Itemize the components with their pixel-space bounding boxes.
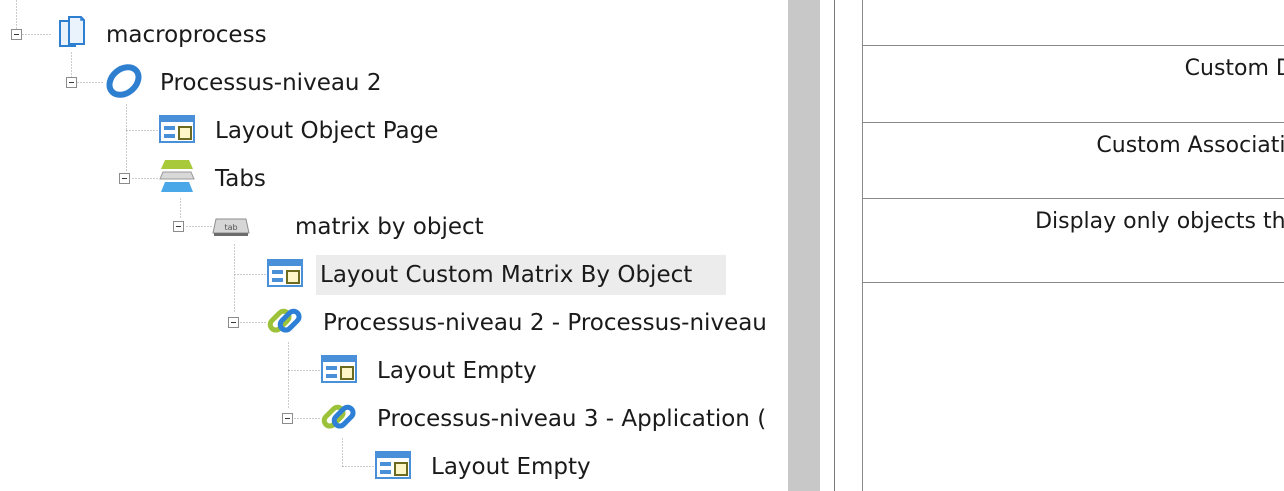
collapse-toggle[interactable] bbox=[119, 173, 130, 184]
splitter-divider bbox=[834, 0, 835, 491]
property-row[interactable]: Display only objects tha bbox=[863, 198, 1284, 282]
layout-icon bbox=[265, 253, 305, 293]
tree-node-label: Layout Custom Matrix By Object bbox=[316, 255, 726, 295]
tree-node-label: Layout Empty bbox=[431, 454, 591, 480]
property-row[interactable]: Custom Di bbox=[863, 45, 1284, 122]
layout-icon bbox=[373, 445, 413, 485]
layout-icon bbox=[319, 349, 359, 389]
tree-node-label: Layout Empty bbox=[377, 358, 537, 384]
collapse-toggle[interactable] bbox=[282, 413, 293, 424]
tree-node-label: Tabs bbox=[215, 166, 266, 192]
macroprocess-icon bbox=[52, 13, 92, 53]
tree-node-label: matrix by object bbox=[295, 214, 484, 240]
tree-panel: macroprocess Processus-niveau 2 Layout O… bbox=[0, 0, 788, 491]
collapse-toggle[interactable] bbox=[66, 77, 77, 88]
properties-panel: Custom Di Custom Associatio Display only… bbox=[862, 0, 1284, 491]
panel-splitter[interactable] bbox=[788, 0, 820, 491]
process-ring-icon bbox=[104, 61, 144, 101]
collapse-toggle[interactable] bbox=[228, 317, 239, 328]
link-icon bbox=[265, 301, 305, 341]
tabs-icon bbox=[157, 157, 197, 197]
property-row[interactable]: Custom Associatio bbox=[863, 122, 1284, 198]
tree-node-label: Processus-niveau 2 bbox=[160, 70, 382, 96]
tree-node-label: Processus-niveau 2 - Processus-niveau bbox=[323, 310, 767, 336]
collapse-toggle[interactable] bbox=[11, 29, 22, 40]
property-text: Custom Di bbox=[1184, 56, 1284, 81]
property-row[interactable] bbox=[863, 0, 1284, 45]
tab-icon-text: tab bbox=[224, 223, 237, 232]
property-text: Display only objects tha bbox=[1035, 209, 1284, 234]
layout-icon bbox=[157, 109, 197, 149]
property-row[interactable] bbox=[863, 282, 1284, 491]
property-text: Custom Associatio bbox=[1096, 133, 1284, 158]
tree-node-label: Processus-niveau 3 - Application ( bbox=[377, 406, 767, 432]
link-icon bbox=[319, 397, 359, 437]
tree-node-label: macroprocess bbox=[106, 22, 267, 48]
tab-icon: tab bbox=[211, 205, 251, 245]
collapse-toggle[interactable] bbox=[173, 221, 184, 232]
tree-node-label: Layout Object Page bbox=[215, 118, 439, 144]
